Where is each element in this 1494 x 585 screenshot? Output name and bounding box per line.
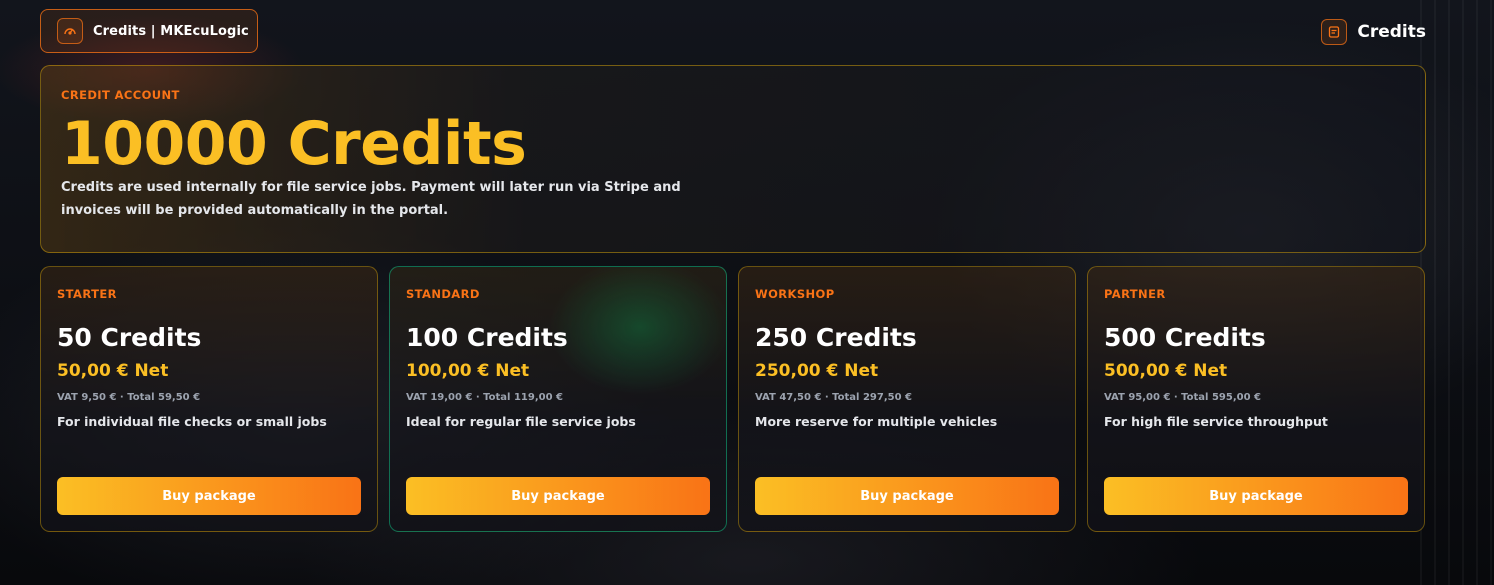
buy-package-button-standard[interactable]: Buy package [406,477,710,515]
package-price: 50,00 € Net [57,361,169,381]
package-description: More reserve for multiple vehicles [755,414,998,429]
buy-package-button-partner[interactable]: Buy package [1104,477,1408,515]
package-price: 500,00 € Net [1104,361,1228,381]
gauge-icon [57,18,83,44]
package-vat: VAT 19,00 € · Total 119,00 € [406,392,563,403]
document-icon [1321,19,1348,45]
package-vat: VAT 9,50 € · Total 59,50 € [57,392,201,403]
package-card-starter: STARTER 50 Credits 50,00 € Net VAT 9,50 … [40,266,378,532]
background-decoration [1420,0,1494,585]
package-description: For individual file checks or small jobs [57,414,327,429]
package-tier: STARTER [57,287,117,301]
buy-package-button-starter[interactable]: Buy package [57,477,361,515]
brand-label: Credits | MKEcuLogic [93,23,249,39]
credit-balance: 10000 Credits [61,109,527,179]
account-description: Credits are used internally for file ser… [61,180,681,218]
package-credits: 50 Credits [57,323,202,352]
package-tier: PARTNER [1104,287,1166,301]
package-tier: WORKSHOP [755,287,835,301]
page-title: Credits [1357,22,1426,42]
credit-account-card: CREDIT ACCOUNT 10000 Credits Credits are… [40,65,1426,253]
package-description: For high file service throughput [1104,414,1328,429]
package-vat: VAT 95,00 € · Total 595,00 € [1104,392,1261,403]
package-credits: 100 Credits [406,323,568,352]
package-credits: 250 Credits [755,323,917,352]
package-tier: STANDARD [406,287,480,301]
package-credits: 500 Credits [1104,323,1266,352]
package-price: 100,00 € Net [406,361,530,381]
page-indicator: Credits [1321,18,1426,46]
buy-package-button-workshop[interactable]: Buy package [755,477,1059,515]
package-card-partner: PARTNER 500 Credits 500,00 € Net VAT 95,… [1087,266,1425,532]
package-description: Ideal for regular file service jobs [406,414,636,429]
package-vat: VAT 47,50 € · Total 297,50 € [755,392,912,403]
brand-badge[interactable]: Credits | MKEcuLogic [40,9,258,53]
package-price: 250,00 € Net [755,361,879,381]
package-card-workshop: WORKSHOP 250 Credits 250,00 € Net VAT 47… [738,266,1076,532]
account-label: CREDIT ACCOUNT [61,88,180,102]
package-card-standard: STANDARD 100 Credits 100,00 € Net VAT 19… [389,266,727,532]
